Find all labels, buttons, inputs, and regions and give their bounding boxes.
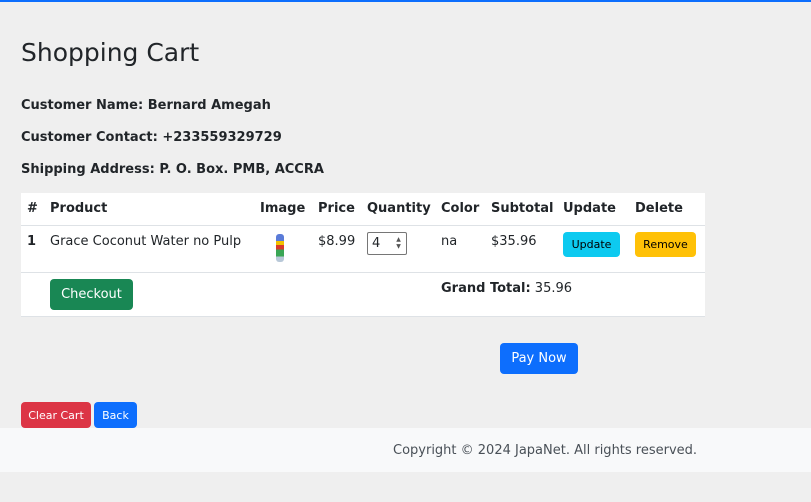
header-image: Image [260, 201, 306, 216]
row-divider [21, 272, 705, 273]
grand-total: Grand Total: 35.96 [441, 281, 572, 296]
product-price: $8.99 [318, 234, 356, 249]
footer: Copyright © 2024 JapaNet. All rights res… [0, 428, 811, 472]
grand-total-value: 35.96 [534, 281, 573, 296]
header-product: Product [50, 201, 108, 216]
copyright-text: Copyright © 2024 JapaNet. All rights res… [393, 443, 698, 458]
customer-name: Customer Name: Bernard Amegah [21, 98, 271, 113]
grand-total-label: Grand Total: [441, 281, 531, 296]
back-button[interactable]: Back [94, 402, 137, 428]
checkout-button[interactable]: Checkout [50, 279, 133, 310]
table-bottom-border [21, 316, 705, 317]
product-thumbnail-image [276, 234, 284, 262]
row-index: 1 [27, 234, 37, 249]
header-index: # [27, 201, 38, 216]
spinner-arrows-icon[interactable]: ▲ ▼ [394, 236, 403, 250]
customer-contact: Customer Contact: +233559329729 [21, 130, 282, 145]
product-color: na [441, 234, 458, 249]
header-color: Color [441, 201, 480, 216]
quantity-stepper[interactable]: 4 ▲ ▼ [367, 232, 407, 255]
header-update: Update [563, 201, 616, 216]
clear-cart-button[interactable]: Clear Cart [21, 402, 91, 428]
page-title: Shopping Cart [21, 38, 200, 67]
top-accent-bar [0, 0, 811, 2]
header-subtotal: Subtotal [491, 201, 554, 216]
quantity-value: 4 [372, 236, 381, 251]
shipping-address: Shipping Address: P. O. Box. PMB, ACCRA [21, 162, 324, 177]
remove-button[interactable]: Remove [635, 232, 696, 257]
product-name: Grace Coconut Water no Pulp [50, 234, 242, 249]
cart-table: # Product Image Price Quantity Color Sub… [21, 193, 705, 317]
header-price: Price [318, 201, 355, 216]
header-delete: Delete [635, 201, 683, 216]
update-button[interactable]: Update [563, 232, 620, 257]
header-quantity: Quantity [367, 201, 431, 216]
row-divider [21, 225, 705, 226]
product-subtotal: $35.96 [491, 234, 537, 249]
pay-now-button[interactable]: Pay Now [500, 343, 578, 374]
